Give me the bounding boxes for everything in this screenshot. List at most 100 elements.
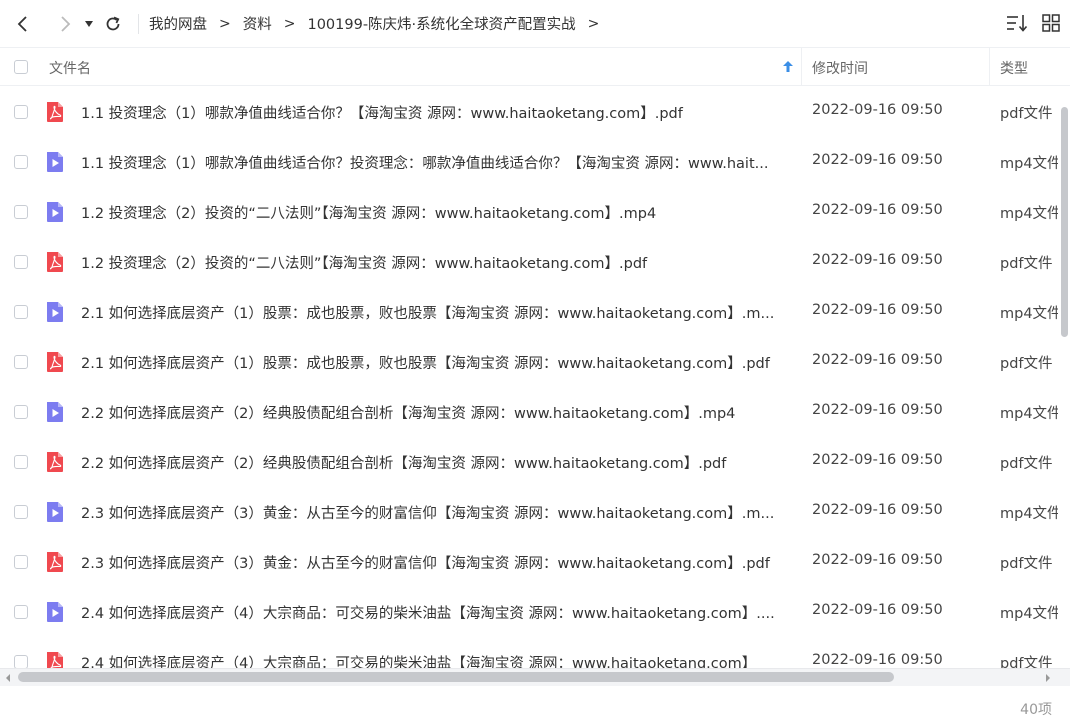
toolbar-divider <box>138 13 139 34</box>
file-name[interactable]: 2.3 如何选择底层资产（3）黄金：从古至今的财富信仰【海淘宝资 源网：www.… <box>81 502 793 523</box>
breadcrumb-root[interactable]: 我的网盘 <box>149 13 207 34</box>
file-row[interactable]: 1.1 投资理念（1）哪款净值曲线适合你？投资理念：哪款净值曲线适合你？【海淘宝… <box>0 137 1070 187</box>
file-modified-time: 2022-09-16 09:50 <box>812 402 943 418</box>
video-file-icon <box>45 201 65 223</box>
file-row[interactable]: 2.2 如何选择底层资产（2）经典股债配组合剖析【海淘宝资 源网：www.hai… <box>0 437 1070 487</box>
file-name[interactable]: 1.1 投资理念（1）哪款净值曲线适合你？投资理念：哪款净值曲线适合你？【海淘宝… <box>81 152 793 173</box>
row-checkbox[interactable] <box>14 605 28 619</box>
file-modified-time: 2022-09-16 09:50 <box>812 452 943 468</box>
pdf-file-icon <box>45 651 65 668</box>
breadcrumb-expand[interactable]: > <box>588 16 600 32</box>
breadcrumb-folder[interactable]: 资料 <box>243 13 272 34</box>
file-name[interactable]: 1.2 投资理念（2）投资的“二八法则”【海淘宝资 源网：www.haitaok… <box>81 252 793 273</box>
file-row[interactable]: 1.2 投资理念（2）投资的“二八法则”【海淘宝资 源网：www.haitaok… <box>0 237 1070 287</box>
file-name[interactable]: 2.4 如何选择底层资产（4）大宗商品：可交易的柴米油盐【海淘宝资 源网：www… <box>81 602 793 623</box>
file-name[interactable]: 1.1 投资理念（1）哪款净值曲线适合你？【海淘宝资 源网：www.haitao… <box>81 102 793 123</box>
file-modified-time: 2022-09-16 09:50 <box>812 202 943 218</box>
file-modified-time: 2022-09-16 09:50 <box>812 352 943 368</box>
file-modified-time: 2022-09-16 09:50 <box>812 502 943 518</box>
item-count: 40项 <box>1020 702 1052 718</box>
row-checkbox[interactable] <box>14 355 28 369</box>
file-row[interactable]: 1.1 投资理念（1）哪款净值曲线适合你？【海淘宝资 源网：www.haitao… <box>0 87 1070 137</box>
arrow-up-icon <box>783 61 793 72</box>
column-divider[interactable] <box>989 48 990 86</box>
video-file-icon <box>45 151 65 173</box>
video-file-icon <box>45 401 65 423</box>
file-name[interactable]: 2.2 如何选择底层资产（2）经典股债配组合剖析【海淘宝资 源网：www.hai… <box>81 402 793 423</box>
file-list: 1.1 投资理念（1）哪款净值曲线适合你？【海淘宝资 源网：www.haitao… <box>0 87 1070 668</box>
file-row[interactable]: 2.2 如何选择底层资产（2）经典股债配组合剖析【海淘宝资 源网：www.hai… <box>0 387 1070 437</box>
file-row[interactable]: 2.4 如何选择底层资产（4）大宗商品：可交易的柴米油盐【海淘宝资 源网：www… <box>0 637 1070 668</box>
toolbar: 我的网盘 > 资料 > 100199-陈庆炜·系统化全球资产配置实战 > <box>0 0 1070 48</box>
back-button[interactable] <box>12 13 34 35</box>
pdf-file-icon <box>45 451 65 473</box>
file-modified-time: 2022-09-16 09:50 <box>812 602 943 618</box>
row-checkbox[interactable] <box>14 655 28 668</box>
row-checkbox[interactable] <box>14 405 28 419</box>
file-type: pdf文件 <box>1000 106 1053 122</box>
column-divider[interactable] <box>801 48 802 86</box>
scroll-left-icon[interactable] <box>4 673 12 683</box>
row-checkbox[interactable] <box>14 455 28 469</box>
breadcrumb: 我的网盘 > 资料 > 100199-陈庆炜·系统化全球资产配置实战 > <box>149 13 611 34</box>
chevron-right-icon <box>61 15 71 32</box>
file-row[interactable]: 1.2 投资理念（2）投资的“二八法则”【海淘宝资 源网：www.haitaok… <box>0 187 1070 237</box>
horizontal-scrollbar-thumb[interactable] <box>18 672 894 682</box>
caret-down-icon <box>85 20 93 27</box>
vertical-scrollbar[interactable] <box>1058 87 1070 668</box>
column-header-type[interactable]: 类型 <box>1000 58 1028 78</box>
horizontal-scrollbar[interactable] <box>0 668 1070 686</box>
file-modified-time: 2022-09-16 09:50 <box>812 652 943 668</box>
file-modified-time: 2022-09-16 09:50 <box>812 152 943 168</box>
file-type: mp4文件 <box>1000 306 1058 322</box>
row-checkbox[interactable] <box>14 105 28 119</box>
row-checkbox[interactable] <box>14 255 28 269</box>
row-checkbox[interactable] <box>14 555 28 569</box>
history-dropdown-button[interactable] <box>82 13 96 35</box>
file-name[interactable]: 2.4 如何选择底层资产（4）大宗商品：可交易的柴米油盐【海淘宝资 源网：www… <box>81 652 793 668</box>
row-checkbox[interactable] <box>14 155 28 169</box>
file-type: mp4文件 <box>1000 156 1058 172</box>
sort-ascending-icon[interactable] <box>782 60 794 77</box>
breadcrumb-separator: > <box>283 15 296 32</box>
scroll-right-icon[interactable] <box>1044 673 1052 683</box>
row-checkbox[interactable] <box>14 205 28 219</box>
file-row[interactable]: 2.1 如何选择底层资产（1）股票：成也股票，败也股票【海淘宝资 源网：www.… <box>0 337 1070 387</box>
view-tools <box>1006 13 1060 37</box>
list-header: 文件名 修改时间 类型 <box>0 48 1070 86</box>
file-type: pdf文件 <box>1000 656 1053 668</box>
row-checkbox[interactable] <box>14 305 28 319</box>
file-name[interactable]: 2.2 如何选择底层资产（2）经典股债配组合剖析【海淘宝资 源网：www.hai… <box>81 452 793 473</box>
grid-view-button[interactable] <box>1042 14 1060 36</box>
sort-list-icon <box>1007 15 1028 32</box>
video-file-icon <box>45 501 65 523</box>
file-name[interactable]: 1.2 投资理念（2）投资的“二八法则”【海淘宝资 源网：www.haitaok… <box>81 202 793 223</box>
file-type: pdf文件 <box>1000 556 1053 572</box>
file-name[interactable]: 2.3 如何选择底层资产（3）黄金：从古至今的财富信仰【海淘宝资 源网：www.… <box>81 552 793 573</box>
video-file-icon <box>45 601 65 623</box>
file-name[interactable]: 2.1 如何选择底层资产（1）股票：成也股票，败也股票【海淘宝资 源网：www.… <box>81 352 793 373</box>
file-row[interactable]: 2.4 如何选择底层资产（4）大宗商品：可交易的柴米油盐【海淘宝资 源网：www… <box>0 587 1070 637</box>
file-type: mp4文件 <box>1000 606 1058 622</box>
pdf-file-icon <box>45 101 65 123</box>
breadcrumb-current[interactable]: 100199-陈庆炜·系统化全球资产配置实战 <box>307 13 575 34</box>
file-type: pdf文件 <box>1000 256 1053 272</box>
row-checkbox[interactable] <box>14 505 28 519</box>
column-header-modified[interactable]: 修改时间 <box>812 58 868 78</box>
sort-button[interactable] <box>1006 13 1028 37</box>
video-file-icon <box>45 301 65 323</box>
forward-button[interactable] <box>54 13 76 35</box>
vertical-scrollbar-thumb[interactable] <box>1061 107 1068 337</box>
file-row[interactable]: 2.3 如何选择底层资产（3）黄金：从古至今的财富信仰【海淘宝资 源网：www.… <box>0 537 1070 587</box>
select-all-checkbox[interactable] <box>14 60 28 74</box>
pdf-file-icon <box>45 251 65 273</box>
column-header-name[interactable]: 文件名 <box>49 58 91 78</box>
file-type: pdf文件 <box>1000 356 1053 372</box>
pdf-file-icon <box>45 551 65 573</box>
file-type: pdf文件 <box>1000 456 1053 472</box>
file-modified-time: 2022-09-16 09:50 <box>812 302 943 318</box>
file-row[interactable]: 2.1 如何选择底层资产（1）股票：成也股票，败也股票【海淘宝资 源网：www.… <box>0 287 1070 337</box>
file-row[interactable]: 2.3 如何选择底层资产（3）黄金：从古至今的财富信仰【海淘宝资 源网：www.… <box>0 487 1070 537</box>
file-name[interactable]: 2.1 如何选择底层资产（1）股票：成也股票，败也股票【海淘宝资 源网：www.… <box>81 302 793 323</box>
refresh-button[interactable] <box>102 13 124 35</box>
